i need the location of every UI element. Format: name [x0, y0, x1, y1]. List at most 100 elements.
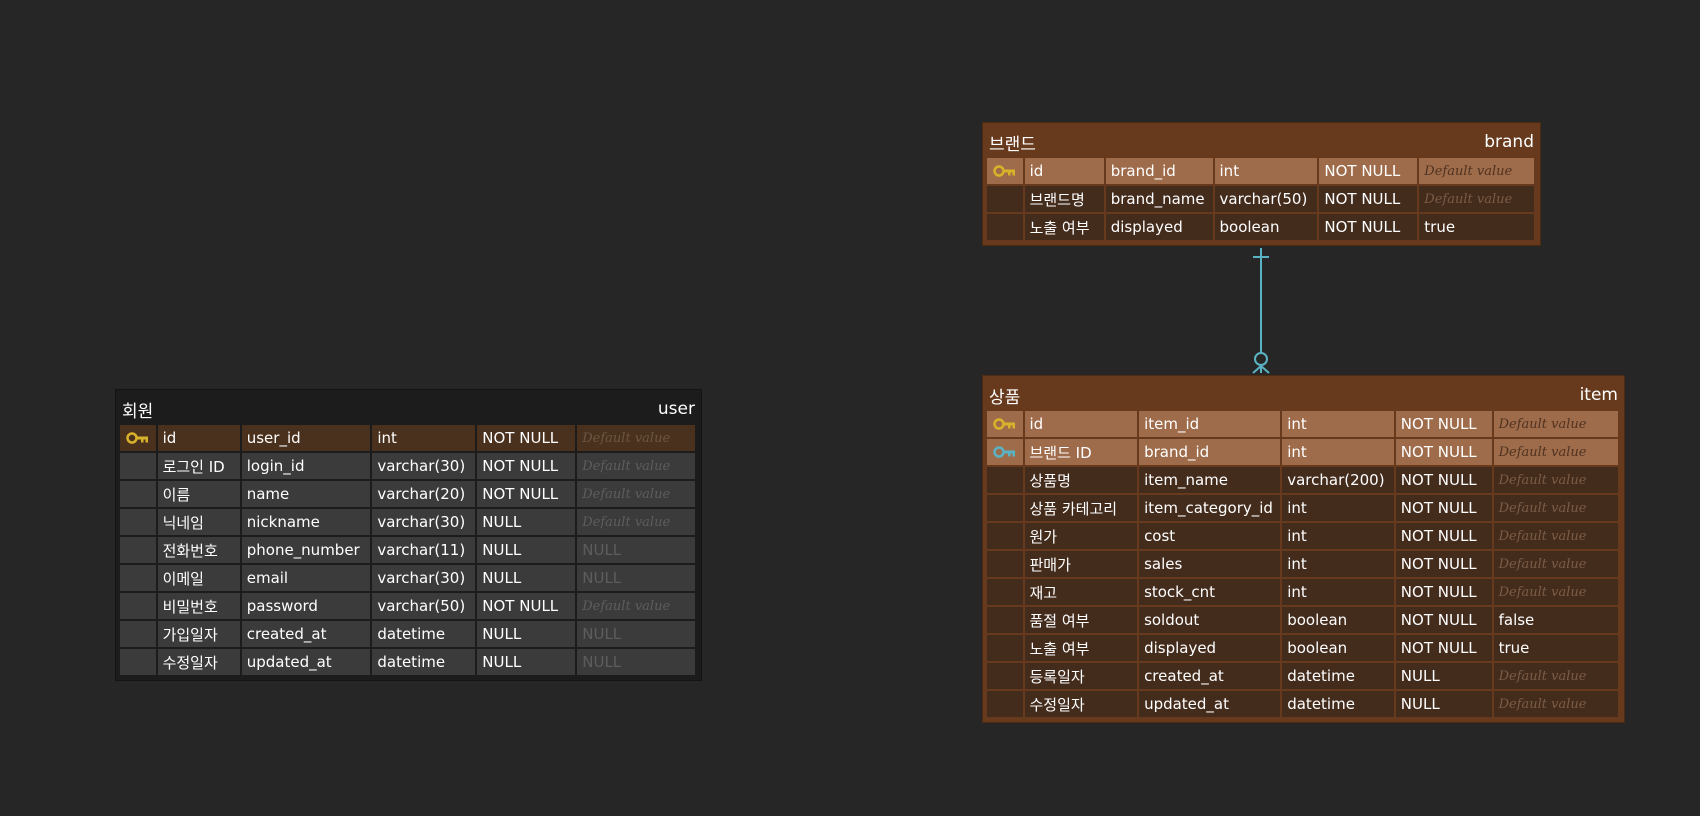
- column-name: displayed: [1105, 214, 1213, 240]
- key-cell: [987, 439, 1023, 465]
- table-row[interactable]: 수정일자 updated_at datetime NULL Default value: [987, 690, 1620, 718]
- table-row[interactable]: 전화번호 phone_number varchar(11) NULL NULL: [120, 536, 697, 564]
- column-nullable: NOT NULL: [1319, 186, 1418, 212]
- column-type: datetime: [1282, 663, 1394, 689]
- table-rows: id user_id int NOT NULL Default value 로그인 ID l…: [120, 424, 697, 676]
- key-cell: [987, 495, 1023, 521]
- column-name: brand_id: [1105, 158, 1213, 184]
- table-row[interactable]: 재고 stock_cnt int NOT NULL Default value: [987, 578, 1620, 606]
- table-header[interactable]: 상품 item: [987, 380, 1620, 410]
- key-cell: [987, 214, 1023, 240]
- table-row[interactable]: 로그인 ID login_id varchar(30) NOT NULL Default…: [120, 452, 697, 480]
- key-cell: [120, 537, 156, 563]
- table-row[interactable]: 닉네임 nickname varchar(30) NULL Default value: [120, 508, 697, 536]
- table-row[interactable]: 가입일자 created_at datetime NULL NULL: [120, 620, 697, 648]
- column-type: varchar(20): [372, 481, 476, 507]
- table-row[interactable]: id item_id int NOT NULL Default value: [987, 410, 1620, 438]
- column-type: int: [1282, 579, 1394, 605]
- column-name: updated_at: [241, 649, 371, 675]
- column-default: Default value: [577, 509, 695, 535]
- column-default: NULL: [577, 537, 695, 563]
- column-label: 로그인 ID: [157, 453, 240, 479]
- column-default: Default value: [1493, 691, 1618, 717]
- column-nullable: NOT NULL: [1319, 214, 1418, 240]
- table-header[interactable]: 회원 user: [120, 394, 697, 424]
- table-row[interactable]: 상품명 item_name varchar(200) NOT NULL Default …: [987, 466, 1620, 494]
- key-cell: [987, 411, 1023, 437]
- table-row[interactable]: 비밀번호 password varchar(50) NOT NULL Default v…: [120, 592, 697, 620]
- table-row[interactable]: 이메일 email varchar(30) NULL NULL: [120, 564, 697, 592]
- column-nullable: NOT NULL: [1395, 495, 1492, 521]
- column-default: Default value: [1493, 467, 1618, 493]
- table-item[interactable]: 상품 item id item_id int NOT NULL Default valu…: [982, 375, 1625, 723]
- many-cardinality-crowfoot-left: [1252, 365, 1262, 374]
- table-row[interactable]: 수정일자 updated_at datetime NULL NULL: [120, 648, 697, 676]
- key-cell: [120, 565, 156, 591]
- column-label: 비밀번호: [157, 593, 240, 619]
- table-title-en: brand: [1484, 132, 1534, 152]
- column-name: displayed: [1139, 635, 1281, 661]
- column-type: int: [1282, 495, 1394, 521]
- column-label: id: [1024, 158, 1104, 184]
- column-nullable: NOT NULL: [1395, 411, 1492, 437]
- column-name: brand_name: [1105, 186, 1213, 212]
- column-label: 이름: [157, 481, 240, 507]
- column-label: id: [157, 425, 240, 451]
- column-default: Default value: [577, 453, 695, 479]
- column-type: int: [1282, 411, 1394, 437]
- column-name: created_at: [241, 621, 371, 647]
- column-type: varchar(30): [372, 509, 476, 535]
- table-row[interactable]: 노출 여부 displayed boolean NOT NULL true: [987, 634, 1620, 662]
- key-cell: [987, 579, 1023, 605]
- column-default: NULL: [577, 565, 695, 591]
- column-nullable: NOT NULL: [477, 481, 576, 507]
- column-name: item_name: [1139, 467, 1281, 493]
- table-row[interactable]: 품절 여부 soldout boolean NOT NULL false: [987, 606, 1620, 634]
- column-nullable: NULL: [477, 565, 576, 591]
- table-user[interactable]: 회원 user id user_id int NOT NULL Default valu…: [115, 389, 702, 681]
- table-row[interactable]: 브랜드 ID brand_id int NOT NULL Default value: [987, 438, 1620, 466]
- table-row[interactable]: 노출 여부 displayed boolean NOT NULL true: [987, 213, 1536, 241]
- table-row[interactable]: 등록일자 created_at datetime NULL Default value: [987, 662, 1620, 690]
- column-label: 등록일자: [1024, 663, 1138, 689]
- primary-key-icon: [993, 165, 1015, 177]
- column-nullable: NOT NULL: [1395, 607, 1492, 633]
- table-title-en: item: [1579, 385, 1618, 405]
- table-brand[interactable]: 브랜드 brand id brand_id int NOT NULL Default v…: [982, 122, 1541, 246]
- column-nullable: NULL: [1395, 691, 1492, 717]
- column-default: false: [1493, 607, 1618, 633]
- column-nullable: NOT NULL: [477, 425, 576, 451]
- column-default: Default value: [1493, 439, 1618, 465]
- table-row[interactable]: 상품 카테고리 item_category_id int NOT NULL Defaul…: [987, 494, 1620, 522]
- column-type: varchar(50): [372, 593, 476, 619]
- column-default: Default value: [1419, 158, 1534, 184]
- column-default: Default value: [1493, 579, 1618, 605]
- column-label: 상품 카테고리: [1024, 495, 1138, 521]
- column-type: datetime: [372, 621, 476, 647]
- column-nullable: NULL: [477, 621, 576, 647]
- primary-key-icon: [126, 432, 148, 444]
- key-cell: [987, 607, 1023, 633]
- column-name: email: [241, 565, 371, 591]
- column-label: 노출 여부: [1024, 635, 1138, 661]
- table-row[interactable]: 브랜드명 brand_name varchar(50) NOT NULL Default…: [987, 185, 1536, 213]
- column-label: 가입일자: [157, 621, 240, 647]
- table-row[interactable]: 판매가 sales int NOT NULL Default value: [987, 550, 1620, 578]
- table-row[interactable]: 이름 name varchar(20) NOT NULL Default value: [120, 480, 697, 508]
- key-cell: [120, 509, 156, 535]
- table-row[interactable]: id brand_id int NOT NULL Default value: [987, 157, 1536, 185]
- column-label: 이메일: [157, 565, 240, 591]
- key-cell: [987, 551, 1023, 577]
- column-label: 품절 여부: [1024, 607, 1138, 633]
- table-row[interactable]: 원가 cost int NOT NULL Default value: [987, 522, 1620, 550]
- column-label: 수정일자: [157, 649, 240, 675]
- column-nullable: NOT NULL: [477, 453, 576, 479]
- column-name: cost: [1139, 523, 1281, 549]
- column-label: id: [1024, 411, 1138, 437]
- table-row[interactable]: id user_id int NOT NULL Default value: [120, 424, 697, 452]
- column-name: created_at: [1139, 663, 1281, 689]
- column-type: datetime: [372, 649, 476, 675]
- table-rows: id brand_id int NOT NULL Default value 브랜드명 br…: [987, 157, 1536, 241]
- table-header[interactable]: 브랜드 brand: [987, 127, 1536, 157]
- column-name: password: [241, 593, 371, 619]
